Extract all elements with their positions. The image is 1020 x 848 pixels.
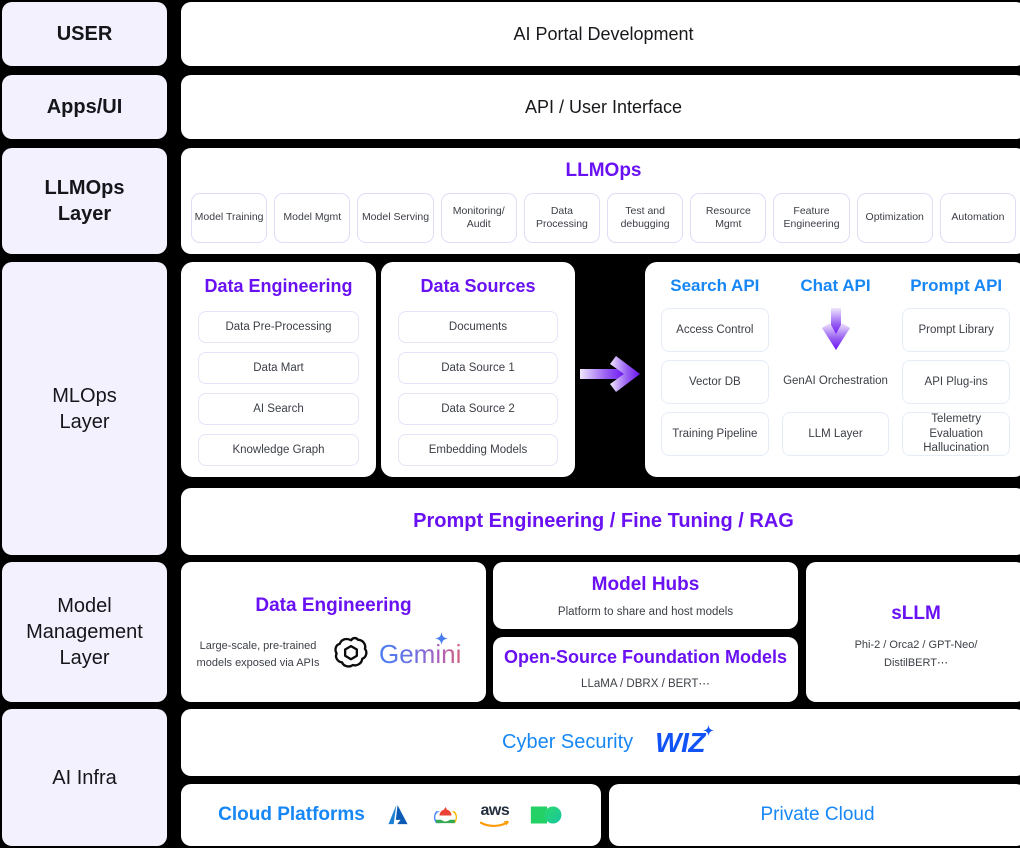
sidebar-label: Model Management Layer: [26, 595, 143, 669]
card-data-sources: Data Sources Documents Data Source 1 Dat…: [381, 262, 575, 477]
llmops-chip[interactable]: Feature Engineering: [773, 193, 850, 243]
sidebar-item-model-management: Model Management Layer: [2, 562, 167, 702]
panel-cyber-security: Cyber Security WIZ: [181, 709, 1020, 776]
panel-sllm: sLLM Phi-2 / Orca2 / GPT-Neo/ DistilBERT…: [806, 562, 1020, 702]
sidebar-item-apps-ui: Apps/UI: [2, 75, 167, 139]
aws-logo: aws: [479, 801, 510, 828]
card-data-engineering: Data Engineering Data Pre-Processing Dat…: [181, 262, 376, 477]
column-search-api: Search API Access Control Vector DB Trai…: [661, 276, 769, 456]
api-user-interface-title: API / User Interface: [524, 96, 683, 117]
search-api-item[interactable]: Vector DB: [661, 360, 769, 404]
panel-api-user-interface: API / User Interface: [181, 75, 1020, 139]
diagram-canvas: USER Apps/UI LLMOps Layer MLOps Layer Mo…: [0, 0, 1020, 848]
sidebar-item-mlops: MLOps Layer: [2, 262, 167, 555]
sidebar-item-user: USER: [2, 2, 167, 66]
model-hubs-title: Model Hubs: [591, 574, 700, 595]
column-chat-api: Chat API GenAI Orchestration LLM Layer: [781, 276, 890, 456]
ai-portal-development-title: AI Portal Development: [513, 23, 694, 44]
data-sources-item[interactable]: Documents: [398, 311, 558, 343]
google-cloud-logo: [431, 803, 460, 828]
mm-data-engineering-title: Data Engineering: [255, 595, 412, 616]
llmops-chip[interactable]: Monitoring/ Audit: [440, 193, 517, 243]
chat-api-title: Chat API: [800, 276, 871, 295]
naver-cloud-logo: [530, 804, 564, 826]
prompt-api-item[interactable]: Prompt Library: [902, 308, 1011, 352]
llmops-title: LLMOps: [565, 160, 642, 181]
wiz-logo: WIZ: [655, 724, 714, 759]
prompt-api-title: Prompt API: [910, 276, 1003, 295]
llmops-chip[interactable]: Model Training: [191, 193, 268, 243]
search-api-title: Search API: [670, 276, 760, 295]
sllm-title: sLLM: [891, 603, 941, 624]
llmops-chip[interactable]: Optimization: [856, 193, 933, 243]
panel-llmops: LLMOps Model Training Model Mgmt Model S…: [181, 148, 1020, 254]
mm-data-engineering-caption: Large-scale, pre-trained models exposed …: [196, 640, 320, 669]
llmops-chip-row: Model Training Model Mgmt Model Serving …: [191, 193, 1017, 243]
prompt-engineering-title: Prompt Engineering / Fine Tuning / RAG: [413, 510, 794, 532]
sidebar-label: USER: [56, 23, 113, 45]
llmops-chip[interactable]: Model Serving: [357, 193, 434, 243]
sidebar-label: AI Infra: [52, 766, 117, 789]
chat-api-down-arrow-icon: [782, 308, 890, 352]
llmops-chip[interactable]: Resource Mgmt: [690, 193, 767, 243]
panel-mm-data-engineering: Data Engineering Large-scale, pre-traine…: [181, 562, 486, 702]
prompt-api-item[interactable]: API Plug-ins: [902, 360, 1011, 404]
azure-logo: [385, 803, 411, 828]
model-hubs-caption: Platform to share and host models: [557, 606, 734, 618]
panel-open-source-foundation-models: Open-Source Foundation Models LLaMA / DB…: [493, 637, 798, 702]
panel-private-cloud: Private Cloud: [609, 784, 1020, 846]
data-sources-item[interactable]: Data Source 2: [398, 393, 558, 425]
llmops-chip[interactable]: Automation: [939, 193, 1017, 243]
sidebar-label: MLOps Layer: [52, 384, 117, 433]
sidebar-item-ai-infra: AI Infra: [2, 709, 167, 846]
panel-model-hubs: Model Hubs Platform to share and host mo…: [493, 562, 798, 629]
sparkle-icon: [702, 723, 714, 741]
data-engineering-item[interactable]: Data Mart: [198, 352, 359, 384]
search-api-item[interactable]: Access Control: [661, 308, 769, 352]
data-engineering-item[interactable]: Data Pre-Processing: [198, 311, 359, 343]
data-sources-item[interactable]: Embedding Models: [398, 434, 558, 466]
column-prompt-api: Prompt API Prompt Library API Plug-ins T…: [902, 276, 1011, 456]
cyber-security-title: Cyber Security: [502, 731, 634, 753]
sidebar-item-llmops: LLMOps Layer: [2, 148, 167, 254]
gemini-logo: Gemini: [379, 632, 462, 670]
sidebar-label: Apps/UI: [46, 96, 123, 118]
panel-ai-portal-development: AI Portal Development: [181, 2, 1020, 66]
card-apis: Search API Access Control Vector DB Trai…: [645, 262, 1020, 477]
aws-logo-text: aws: [480, 801, 510, 819]
chat-api-item[interactable]: LLM Layer: [781, 412, 890, 456]
open-source-title: Open-Source Foundation Models: [504, 647, 787, 667]
data-sources-title: Data Sources: [420, 276, 536, 296]
panel-cloud-platforms: Cloud Platforms aws: [181, 784, 601, 846]
llmops-chip[interactable]: Data Processing: [523, 193, 601, 243]
panel-prompt-engineering: Prompt Engineering / Fine Tuning / RAG: [181, 488, 1020, 555]
search-api-item[interactable]: Training Pipeline: [661, 412, 769, 456]
cloud-platforms-title: Cloud Platforms: [218, 804, 365, 825]
llmops-chip[interactable]: Model Mgmt: [274, 193, 351, 243]
private-cloud-title: Private Cloud: [760, 804, 875, 825]
sllm-caption: Phi-2 / Orca2 / GPT-Neo/ DistilBERT⋯: [854, 639, 978, 669]
data-engineering-item[interactable]: AI Search: [198, 393, 359, 425]
sparkle-icon: [435, 632, 449, 650]
prompt-api-item[interactable]: Telemetry Evaluation Hallucination: [902, 412, 1011, 456]
open-source-caption: LLaMA / DBRX / BERT⋯: [581, 678, 710, 690]
data-engineering-item[interactable]: Knowledge Graph: [198, 434, 359, 466]
flow-right-arrow-icon: [580, 352, 642, 396]
openai-logo: [333, 634, 369, 675]
data-sources-item[interactable]: Data Source 1: [398, 352, 558, 384]
wiz-logo-text: WIZ: [655, 726, 705, 758]
llmops-chip[interactable]: Test and debugging: [607, 193, 684, 243]
gemini-logo-text: Gemini: [379, 639, 462, 669]
chat-api-genai-orchestration: GenAI Orchestration: [783, 375, 888, 388]
data-engineering-title: Data Engineering: [204, 276, 353, 296]
sidebar-label: LLMOps Layer: [44, 177, 125, 225]
